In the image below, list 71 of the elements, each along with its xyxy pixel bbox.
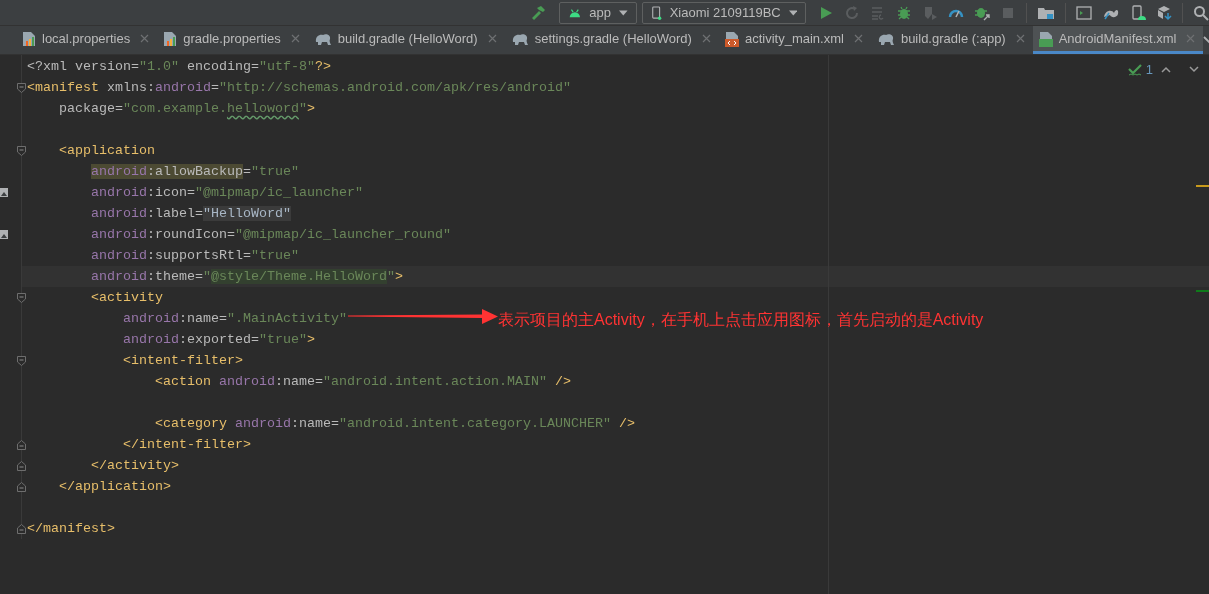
sdk-box-icon[interactable]: [1156, 4, 1172, 21]
run-icon[interactable]: [818, 4, 834, 21]
elephant-icon: [510, 31, 529, 46]
fold-icon[interactable]: [17, 292, 26, 303]
image-icon[interactable]: [0, 188, 8, 197]
layout-file-icon: [724, 30, 739, 47]
code-line: <intent-filter>: [121, 352, 243, 370]
fold-end-icon[interactable]: [17, 460, 26, 471]
fold-icon[interactable]: [17, 355, 26, 366]
elephant-icon: [313, 31, 332, 46]
code-line: </manifest>: [27, 520, 115, 538]
code-line: <?xml version="1.0" encoding="utf-8"?>: [27, 58, 331, 76]
terminal-icon[interactable]: [1076, 4, 1092, 21]
code-line: <manifest xmlns:android="http://schemas.android.com/apk/res/android": [27, 79, 571, 97]
editor-tab[interactable]: settings.gradle (HelloWord): [504, 26, 719, 54]
code-line: android:supportsRtl="true": [90, 247, 299, 265]
close-icon[interactable]: [701, 34, 711, 43]
properties-file-icon: [22, 30, 36, 47]
code-line: android:theme="@style/Theme.HelloWord">: [90, 268, 403, 286]
image-icon[interactable]: [0, 230, 8, 239]
search-icon[interactable]: [1193, 4, 1209, 21]
editor-tab[interactable]: build.gradle (:app): [870, 26, 1033, 54]
profile-icon[interactable]: [922, 4, 938, 21]
code-line: android:allowBackup="true": [90, 163, 299, 181]
caret-icon: [618, 9, 628, 16]
phone-icon: [651, 4, 662, 21]
scroll-marker[interactable]: [1196, 185, 1209, 187]
close-icon[interactable]: [1186, 34, 1196, 43]
annotation-text: 表示项目的主Activity，在手机上点击应用图标，首先启动的是Activity: [498, 310, 984, 330]
device-dropdown[interactable]: Xiaomi 2109119BC: [642, 1, 807, 24]
code-line: package="com.example.helloword">: [58, 100, 315, 118]
rerun-icon[interactable]: [844, 4, 860, 21]
code-line: android:icon="@mipmap/ic_launcher": [90, 184, 363, 202]
inspection-count: 1: [1145, 61, 1153, 79]
fold-end-icon[interactable]: [17, 439, 26, 450]
caret-icon: [788, 9, 798, 16]
close-icon[interactable]: [140, 34, 150, 43]
code-line: android:exported="true">: [121, 331, 315, 349]
chevron-up-icon[interactable]: [1161, 66, 1171, 74]
editor-tab[interactable]: gradle.properties: [157, 26, 308, 54]
close-icon[interactable]: [290, 34, 300, 43]
code-line: android:roundIcon="@mipmap/ic_launcher_round": [90, 226, 451, 244]
properties-file-icon: [163, 30, 178, 47]
close-icon[interactable]: [853, 34, 863, 43]
fold-icon[interactable]: [17, 82, 26, 93]
editor-tab[interactable]: AndroidManifest.xml: [1032, 26, 1204, 54]
editor-tab[interactable]: build.gradle (HelloWord): [307, 26, 505, 54]
close-icon[interactable]: [487, 34, 497, 43]
code-line: </application>: [58, 478, 171, 496]
code-line: <action android:name="android.intent.action.MAIN" />: [153, 373, 571, 391]
code-line: android:label="HelloWord": [90, 205, 291, 223]
close-icon[interactable]: [1015, 34, 1025, 43]
debug-icon[interactable]: [896, 4, 912, 21]
code-line: </intent-filter>: [121, 436, 251, 454]
editor-tab[interactable]: local.properties: [16, 26, 158, 54]
run-config-dropdown[interactable]: app: [558, 1, 637, 24]
device-manager-icon[interactable]: [1130, 4, 1146, 21]
code-line: <activity: [90, 289, 163, 307]
fold-icon[interactable]: [17, 145, 26, 156]
fold-end-icon[interactable]: [17, 523, 26, 534]
editor-tab[interactable]: activity_main.xml: [718, 26, 871, 54]
check-icon[interactable]: [1127, 63, 1142, 76]
manifest-file-icon: [1038, 30, 1053, 47]
code-line: </activity>: [90, 457, 179, 475]
code-line: android:name=".MainActivity": [121, 310, 347, 328]
apply-changes-icon[interactable]: [870, 4, 886, 21]
code-line: <application: [58, 142, 155, 160]
fold-end-icon[interactable]: [17, 481, 26, 492]
scroll-marker[interactable]: [1196, 290, 1209, 292]
elephant-icon: [876, 31, 895, 46]
code-line: <category android:name="android.intent.category.LAUNCHER" />: [153, 415, 635, 433]
